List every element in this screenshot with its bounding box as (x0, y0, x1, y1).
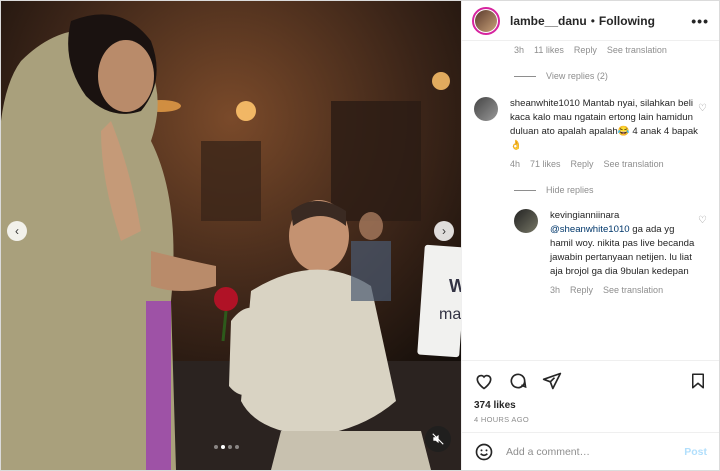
carousel-dot (214, 445, 218, 449)
reply-item: kevingianniinara @sheanwhite1010 ga ada … (514, 209, 707, 295)
speaker-muted-icon (432, 433, 444, 445)
comment-time: 3h (514, 45, 525, 55)
divider (514, 75, 536, 77)
reply-button[interactable]: Reply (574, 45, 597, 55)
reply-time: 3h (550, 285, 561, 295)
chevron-right-icon: › (442, 224, 446, 238)
comment-bubble-icon[interactable] (508, 371, 528, 391)
see-translation-button[interactable]: See translation (607, 45, 667, 55)
see-translation-button[interactable]: See translation (604, 159, 664, 169)
view-replies-label: View replies (2) (546, 71, 608, 81)
post-author-username[interactable]: lambe__danu (510, 14, 587, 28)
video-frame (1, 1, 461, 470)
separator: • (590, 13, 595, 28)
post-video[interactable]: W ma ‹ › (1, 1, 461, 470)
comment-item: sheanwhite1010 Mantab nyai, silahkan bel… (474, 97, 707, 169)
mention-link[interactable]: @sheanwhite1010 (550, 224, 630, 235)
view-replies-button[interactable]: View replies (2) (514, 71, 707, 81)
comment-likes[interactable]: 11 likes (534, 45, 564, 55)
following-button[interactable]: Following (599, 14, 655, 28)
hide-replies-button[interactable]: Hide replies (514, 185, 707, 195)
comment-time: 4h (510, 159, 521, 169)
emoji-smiley-icon[interactable] (474, 442, 494, 462)
comment-input[interactable]: Add a comment… (506, 446, 684, 458)
comment-username[interactable]: sheanwhite1010 (510, 98, 580, 109)
comment-composer: Add a comment… Post (462, 432, 719, 470)
like-heart-icon[interactable] (474, 371, 494, 391)
reply-button[interactable]: Reply (571, 159, 594, 169)
post-header: lambe__danu • Following ••• (462, 1, 719, 41)
reply-text-block: kevingianniinara @sheanwhite1010 ga ada … (550, 209, 700, 279)
like-comment-heart-icon[interactable]: ♡ (698, 103, 707, 114)
comments-list[interactable]: 3h 11 likes Reply See translation View r… (462, 41, 719, 360)
carousel-indicator (214, 445, 239, 449)
avatar[interactable] (472, 6, 500, 35)
post-side-panel: lambe__danu • Following ••• 3h 11 likes … (461, 1, 719, 470)
avatar[interactable] (474, 97, 498, 121)
reply-meta: 3h Reply See translation (550, 285, 700, 295)
chevron-left-icon: ‹ (15, 224, 19, 238)
bookmark-icon[interactable] (689, 371, 707, 391)
avatar[interactable] (514, 209, 538, 233)
post-comment-button[interactable]: Post (684, 446, 707, 458)
share-paper-plane-icon[interactable] (542, 371, 562, 391)
reply-username[interactable]: kevingianniinara (550, 210, 619, 221)
see-translation-button[interactable]: See translation (603, 285, 663, 295)
divider (514, 189, 536, 191)
sign-text-line-1: W (449, 276, 461, 296)
post-like-count[interactable]: 374 likes (462, 400, 719, 411)
comment-meta: 3h 11 likes Reply See translation (514, 45, 707, 55)
cardboard-sign (417, 244, 461, 358)
carousel-dot (235, 445, 239, 449)
post-timestamp: 4 HOURS AGO (474, 415, 529, 424)
post-actions-bar (462, 360, 719, 400)
previous-slide-button[interactable]: ‹ (7, 221, 27, 241)
carousel-dot (228, 445, 232, 449)
more-options-icon[interactable]: ••• (691, 13, 709, 29)
comment-likes[interactable]: 71 likes (530, 159, 561, 169)
next-slide-button[interactable]: › (434, 221, 454, 241)
comment-text-block: sheanwhite1010 Mantab nyai, silahkan bel… (510, 97, 700, 153)
reply-button[interactable]: Reply (570, 285, 593, 295)
carousel-dot-active (221, 445, 225, 449)
hide-replies-label: Hide replies (546, 185, 594, 195)
sign-text-line-2: ma (439, 306, 461, 323)
instagram-post-window: W ma ‹ › lambe__danu • Following ••• 3h … (0, 0, 720, 471)
like-reply-heart-icon[interactable]: ♡ (698, 215, 707, 226)
mute-toggle-button[interactable] (425, 426, 451, 452)
comment-meta: 4h 71 likes Reply See translation (510, 159, 700, 169)
